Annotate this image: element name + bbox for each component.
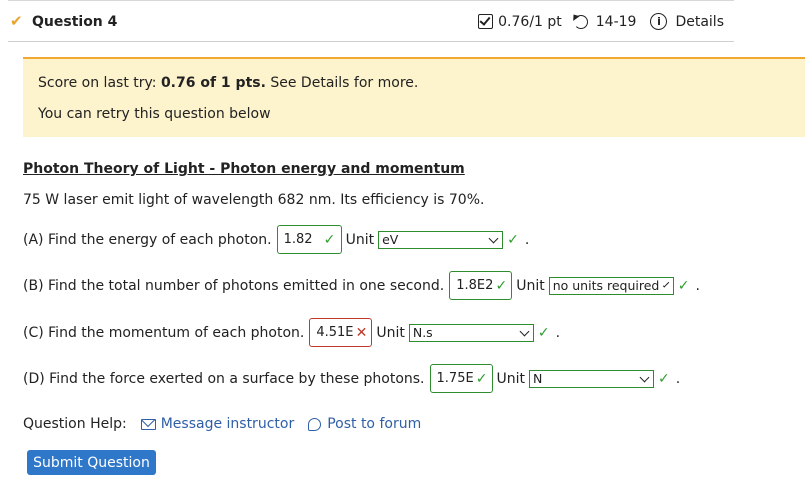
part-d-unit-select[interactable]: N	[529, 369, 655, 388]
part-d-prompt: (D) Find the force exerted on a surface …	[23, 370, 425, 387]
question-help: Question Help: Message instructor Post t…	[23, 416, 421, 432]
part-a-answer-input[interactable]: 1.82 ✓	[276, 225, 342, 254]
unit-label: Unit	[516, 277, 545, 294]
chevron-down-icon	[663, 280, 670, 288]
chat-bubble-icon[interactable]	[308, 417, 322, 431]
score-bold: 0.76 of 1 pts.	[160, 75, 266, 91]
question-meta: 0.76/1 pt 14-19 i Details	[478, 13, 724, 30]
incorrect-x-icon: ✕	[355, 324, 368, 341]
chevron-down-icon	[488, 233, 499, 243]
checkbox-score-icon	[478, 14, 494, 29]
question-header: ✔ Question 4 0.76/1 pt 14-19 i Details	[8, 0, 734, 42]
part-c-unit-select[interactable]: N.s	[408, 323, 534, 342]
correct-check-icon: ✓	[658, 370, 670, 387]
correct-check-icon: ✓	[495, 277, 508, 294]
info-icon[interactable]: i	[650, 13, 668, 30]
retry-message: You can retry this question below	[38, 106, 271, 122]
mail-icon[interactable]	[140, 418, 156, 430]
correct-check-icon: ✓	[323, 231, 336, 248]
part-d: (D) Find the force exerted on a surface …	[23, 364, 680, 393]
correct-check-icon: ✓	[677, 277, 690, 294]
part-c: (C) Find the momentum of each photon. 4.…	[23, 318, 560, 347]
part-b-answer-input[interactable]: 1.8E20 ✓	[449, 271, 513, 300]
retry-icon	[573, 14, 588, 29]
part-d-answer-input[interactable]: 1.75E- ✓	[429, 364, 493, 393]
details-link[interactable]: Details	[675, 14, 724, 30]
post-to-forum-link[interactable]: Post to forum	[327, 416, 421, 432]
part-b: (B) Find the total number of photons emi…	[23, 271, 700, 300]
topic-title: Photon Theory of Light - Photon energy a…	[23, 161, 465, 177]
problem-statement: 75 W laser emit light of wavelength 682 …	[23, 192, 485, 208]
unit-label: Unit	[496, 370, 526, 387]
part-b-unit-select[interactable]: no units required	[548, 276, 674, 295]
score-banner: Score on last try: 0.76 of 1 pts. See De…	[23, 57, 805, 137]
checkmark-icon: ✔	[10, 12, 23, 30]
part-a-prompt: (A) Find the energy of each photon.	[23, 231, 272, 248]
part-a-unit-select[interactable]: eV	[378, 230, 504, 249]
help-label: Question Help:	[23, 416, 127, 432]
score-message: Score on last try: 0.76 of 1 pts. See De…	[38, 75, 419, 91]
part-a: (A) Find the energy of each photon. 1.82…	[23, 225, 529, 254]
message-instructor-link[interactable]: Message instructor	[161, 416, 295, 432]
correct-check-icon: ✓	[475, 370, 488, 387]
correct-check-icon: ✓	[537, 324, 550, 341]
chevron-down-icon	[639, 372, 650, 382]
unit-label: Unit	[376, 324, 405, 341]
part-b-prompt: (B) Find the total number of photons emi…	[23, 277, 445, 294]
unit-label: Unit	[345, 231, 375, 248]
chevron-down-icon	[519, 326, 530, 336]
score-value: 0.76/1 pt	[498, 13, 562, 30]
part-c-prompt: (C) Find the momentum of each photon.	[23, 324, 305, 341]
part-c-answer-input[interactable]: 4.51E- ✕	[309, 318, 373, 347]
correct-check-icon: ✓	[507, 231, 519, 248]
question-title: Question 4	[32, 14, 118, 30]
submit-question-button[interactable]: Submit Question	[27, 450, 156, 475]
retry-count: 14-19	[595, 13, 637, 30]
